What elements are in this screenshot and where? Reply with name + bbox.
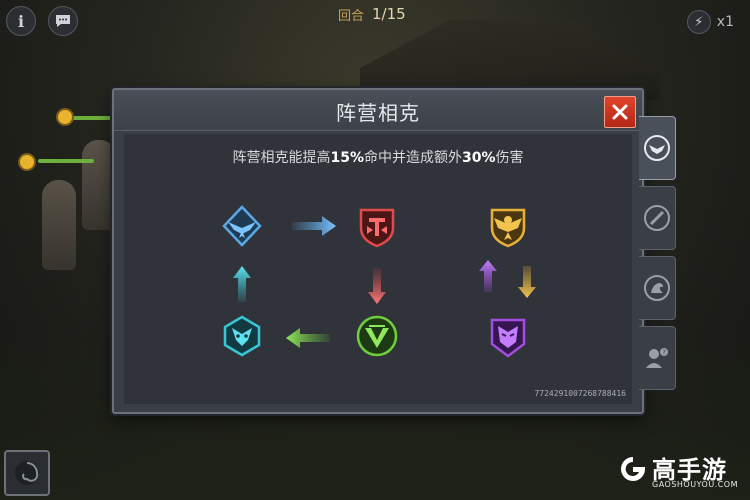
blue-wing-faction-icon — [222, 205, 262, 247]
desc-text: 伤害 — [495, 150, 524, 166]
close-button[interactable] — [604, 96, 636, 128]
gold-faction-icon — [490, 208, 526, 248]
sword-icon — [644, 205, 670, 231]
dialog-body: 阵营相克能提高15%命中并造成额外30%伤害 77242910072687884… — [124, 134, 632, 404]
chat-icon — [56, 15, 70, 27]
tab-help[interactable]: ? — [639, 326, 676, 390]
brand-logo-icon — [621, 457, 645, 481]
brand-site: GAOSHOUYOU.COM — [652, 480, 739, 489]
faction-dialog: 阵营相克 阵营相克能提高15%命中并造成额外30%伤害 772429100726… — [112, 88, 644, 414]
arm-icon — [644, 275, 670, 301]
svg-text:?: ? — [662, 349, 666, 357]
close-icon — [612, 104, 628, 120]
round-label: 回合 — [338, 8, 365, 24]
purple-faction-icon — [490, 318, 526, 358]
ally-unit-figure — [82, 140, 116, 230]
vortex-icon — [15, 461, 39, 485]
arrow-up-icon — [233, 266, 251, 302]
arrow-right-icon — [292, 216, 336, 236]
tab-faction[interactable] — [639, 116, 676, 180]
round-counter: 回合 1/15 — [338, 4, 428, 24]
cyan-faction-icon — [223, 315, 261, 357]
session-code: 772429100726878841​6 — [534, 389, 626, 398]
top-hud: i 回合 1/15 ⚡ x1 — [0, 0, 750, 40]
red-shield-faction-icon — [359, 208, 395, 248]
unit-health-bar — [68, 116, 114, 120]
info-icon: i — [17, 11, 25, 31]
faction-icon — [644, 135, 670, 161]
desc-text: 阵营相克能提高 — [232, 150, 331, 166]
damage-bonus: 30% — [462, 150, 496, 166]
info-button[interactable]: i — [6, 6, 36, 36]
chat-button[interactable] — [48, 6, 78, 36]
dialog-title: 阵营相克 — [336, 101, 420, 125]
unit-level-badge — [18, 153, 36, 171]
tab-skill[interactable] — [639, 186, 676, 250]
dialog-header: 阵营相克 — [114, 90, 642, 131]
arrow-up-icon — [479, 260, 497, 292]
help-icon: ? — [646, 348, 668, 368]
speed-value: x1 — [716, 14, 734, 30]
green-faction-icon — [356, 315, 398, 357]
ally-unit-figure — [42, 180, 76, 270]
hit-bonus: 15% — [330, 150, 364, 166]
unit-level-badge — [56, 108, 74, 126]
desc-text: 命中并造成额外 — [364, 150, 462, 166]
tab-strength[interactable] — [639, 256, 676, 320]
auto-skill-button[interactable] — [4, 450, 50, 496]
round-value: 1/15 — [372, 5, 406, 23]
faction-description: 阵营相克能提高15%命中并造成额外30%伤害 — [124, 147, 632, 167]
arrow-down-icon — [368, 268, 386, 304]
lightning-icon: ⚡ — [686, 10, 711, 34]
arrow-down-icon — [518, 266, 536, 298]
speed-control[interactable]: ⚡ x1 — [686, 10, 734, 34]
unit-health-bar — [38, 159, 94, 163]
watermark-logo: 高手游 GAOSHOUYOU.COM — [618, 448, 738, 494]
arrow-left-icon — [286, 328, 330, 348]
